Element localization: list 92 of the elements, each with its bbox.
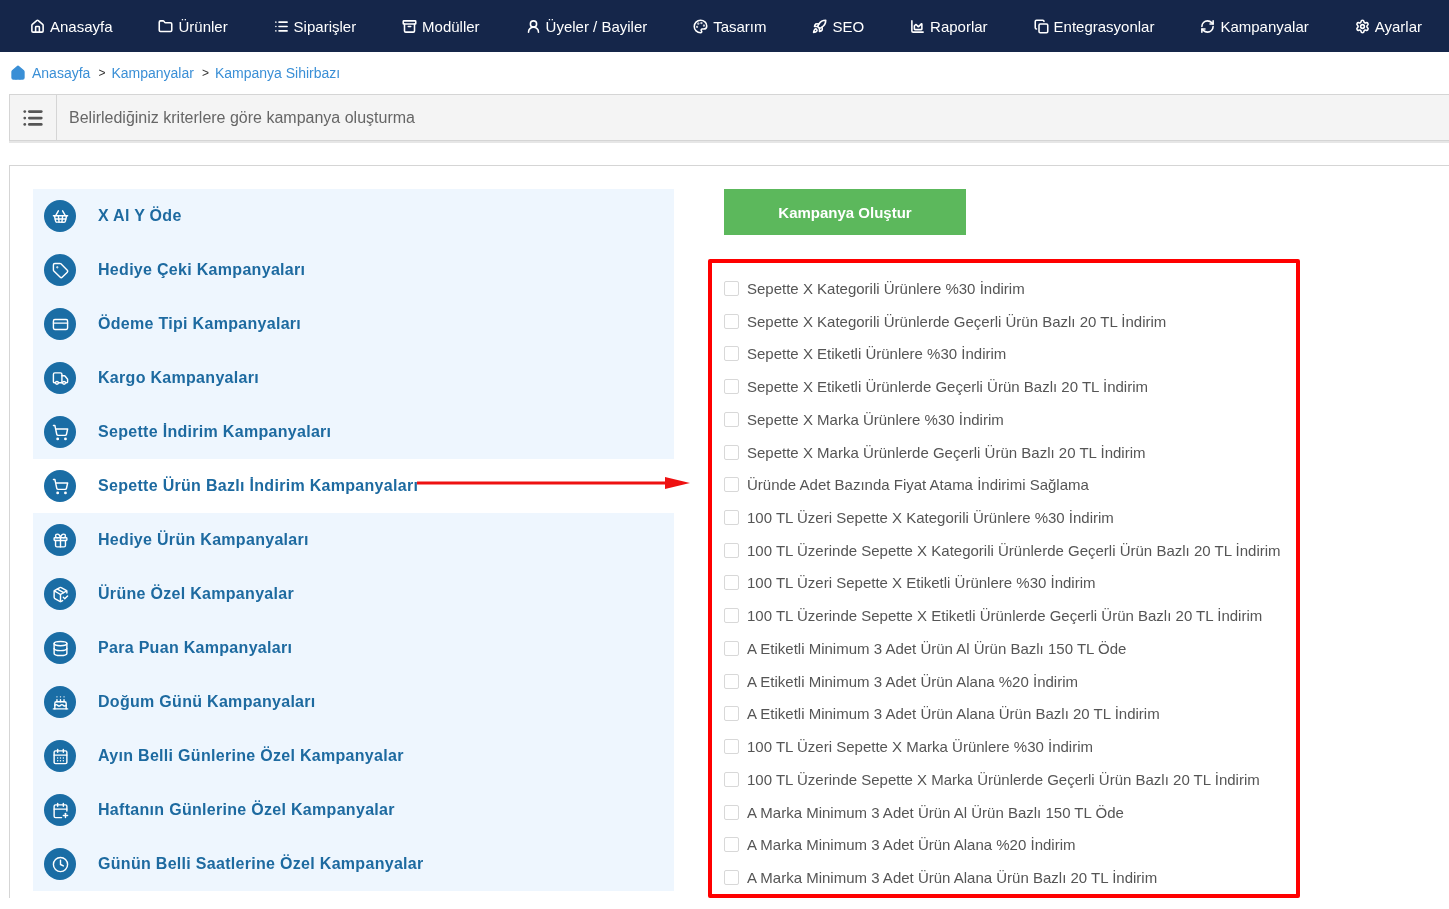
option-label: Sepette X Etiketli Ürünlere %30 İndirim [747,345,1007,363]
option-label: A Marka Minimum 3 Adet Ürün Al Ürün Bazlı 150 TL Öde [747,803,1124,821]
option-label: Sepette X Kategorili Ürünlere %30 İndirim [747,279,1025,297]
breadcrumb-link[interactable]: Kampanyalar [111,65,194,81]
campaign-type-item[interactable]: Ödeme Tipi Kampanyaları [33,297,674,351]
campaign-type-item[interactable]: Sepette İndirim Kampanyaları [33,405,674,459]
breadcrumb-separator: > [98,66,106,80]
option-label: 100 TL Üzeri Sepette X Etiketli Ürünlere %30 İndirim [747,574,1096,592]
option-label: A Marka Minimum 3 Adet Ürün Alana Ürün Bazlı 20 TL İndirim [747,869,1158,887]
nav-item[interactable]: Kampanyalar [1200,17,1309,35]
home-icon [30,18,45,34]
option-label: 100 TL Üzeri Sepette X Marka Ürünlere %30 İndirim [747,738,1093,756]
checkbox[interactable] [724,706,739,722]
basket-icon [44,200,76,232]
settings-icon [1354,18,1370,34]
clock-icon [44,848,76,880]
nav-item[interactable]: Raporlar [910,17,988,35]
cake-icon [44,686,76,718]
campaign-type-item[interactable]: Ayın Belli Günlerine Özel Kampanyalar [33,729,674,783]
checkbox[interactable] [724,739,739,755]
checkbox[interactable] [724,379,739,395]
campaign-type-item[interactable]: Günün Belli Saatlerine Özel Kampanyalar [33,837,674,891]
nav-item[interactable]: Modüller [402,17,480,35]
option-label: 100 TL Üzerinde Sepette X Marka Ürünlerde Geçerli Ürün Bazlı 20 TL İndirim [747,770,1260,788]
checkbox[interactable] [724,280,739,296]
option-label: A Etiketli Minimum 3 Adet Ürün Alana %20 İndirim [747,672,1078,690]
checkbox[interactable] [724,837,739,853]
campaign-type-item[interactable]: Haftanın Günlerine Özel Kampanyalar [33,783,674,837]
checkbox[interactable] [724,510,739,525]
checkbox[interactable] [724,411,739,427]
breadcrumb-separator: > [201,66,209,80]
campaign-type-item[interactable]: Kargo Kampanyaları [33,351,674,405]
checkbox[interactable] [724,673,739,689]
option-label: 100 TL Üzerinde Sepette X Kategorili Ürünlerde Geçerli Ürün Bazlı 20 TL İndirim [747,541,1281,559]
archive-icon [402,18,418,34]
refresh-icon [1200,18,1216,34]
nav-item[interactable]: Ayarlar [1354,17,1422,35]
nav-item[interactable]: Tasarım [693,17,767,35]
checkbox[interactable] [724,640,739,656]
home-icon [10,65,26,81]
chart-icon [910,18,926,34]
package-check-icon [44,578,76,610]
nav-item[interactable]: SEO [812,17,865,35]
breadcrumb-link[interactable]: Anasayfa [32,65,91,81]
checkbox[interactable] [724,575,739,591]
credit-card-icon [44,308,76,340]
checkbox[interactable] [724,346,739,362]
list-icon [273,18,289,34]
breadcrumb-link[interactable]: Kampanya Sihirbazı [214,65,341,81]
cart-icon [44,416,76,448]
page-title: Belirlediğiniz kriterlere göre kampanya oluşturma [68,108,415,127]
campaign-type-item[interactable]: Hediye Çeki Kampanyaları [33,243,674,297]
truck-icon [44,362,76,394]
campaign-type-item[interactable]: Doğum Günü Kampanyaları [33,675,674,729]
option-label: Sepette X Marka Ürünlerde Geçerli Ürün Bazlı 20 TL İndirim [747,443,1146,461]
folder-icon [158,18,174,34]
option-label: 100 TL Üzeri Sepette X Kategorili Ürünlere %30 İndirim [747,509,1114,526]
checkbox[interactable] [724,542,739,558]
option-label: Sepette X Marka Ürünlere %30 İndirim [747,410,1004,428]
user-icon [525,18,541,34]
calendar-icon [44,740,76,772]
gift-icon [44,524,76,556]
checkbox[interactable] [724,444,739,460]
nav-item[interactable]: Siparişler [273,17,357,35]
option-label: A Marka Minimum 3 Adet Ürün Alana %20 İndirim [747,836,1076,854]
nav-item[interactable]: Ürünler [158,17,228,35]
nav-item[interactable]: Üyeler / Bayiler [525,17,648,35]
option-label: Üründe Adet Bazında Fiyat Atama İndirimi Sağlama [747,476,1089,494]
checkbox[interactable] [724,771,739,787]
checkbox[interactable] [724,477,739,493]
calendar-plus-icon [44,794,76,826]
tag-icon [44,254,76,286]
nav-item[interactable]: Entegrasyonlar [1033,17,1155,35]
coins-icon [44,632,76,664]
option-label: Sepette X Kategorili Ürünlerde Geçerli Ürün Bazlı 20 TL İndirim [747,312,1167,330]
option-label: A Etiketli Minimum 3 Adet Ürün Al Ürün Bazlı 150 TL Öde [747,639,1127,657]
palette-icon [693,18,709,34]
cart-icon [44,470,76,502]
checkbox[interactable] [724,313,739,329]
option-label: Sepette X Etiketli Ürünlerde Geçerli Ürün Bazlı 20 TL İndirim [747,378,1148,396]
option-label: A Etiketli Minimum 3 Adet Ürün Alana Ürün Bazlı 20 TL İndirim [747,705,1160,723]
checkbox[interactable] [724,870,739,886]
campaign-type-item[interactable]: Para Puan Kampanyaları [33,621,674,675]
option-label: 100 TL Üzerinde Sepette X Etiketli Ürünlerde Geçerli Ürün Bazlı 20 TL İndirim [747,607,1263,625]
campaign-type-item[interactable]: Ürüne Özel Kampanyalar [33,567,674,621]
nav-item[interactable]: Anasayfa [30,17,113,35]
copy-icon [1033,18,1049,34]
checkbox[interactable] [724,608,739,624]
campaign-type-item[interactable]: Hediye Ürün Kampanyaları [33,513,674,567]
campaign-type-item[interactable]: X Al Y Öde [33,189,674,243]
rocket-icon [812,18,828,34]
checkbox[interactable] [724,804,739,820]
